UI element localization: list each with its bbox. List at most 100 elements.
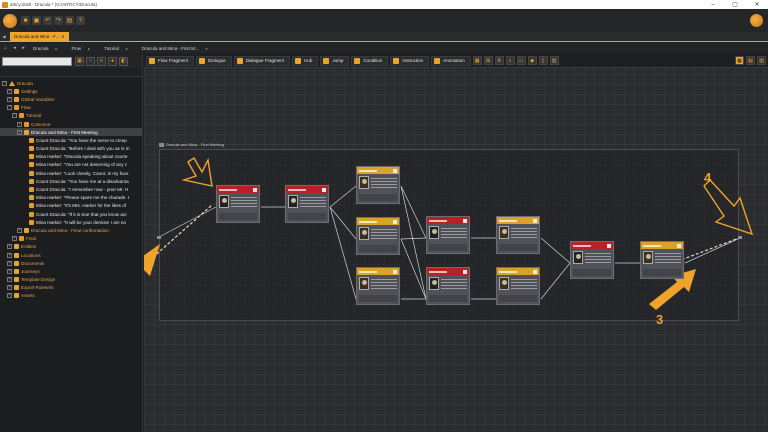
speaker-name xyxy=(499,219,517,222)
tree-item[interactable]: + Global Variables xyxy=(0,95,142,103)
node-footer xyxy=(573,269,611,276)
node-menu-icon[interactable] xyxy=(533,218,537,223)
expand-toggle-icon[interactable]: + xyxy=(7,285,12,291)
flow-input-pin[interactable] xyxy=(157,236,161,239)
expand-toggle-icon[interactable]: + xyxy=(7,244,12,250)
flow-canvas[interactable]: Flow Fragment Dialogue Dialogue Fragment… xyxy=(144,54,768,432)
expand-toggle-icon[interactable]: + xyxy=(7,252,12,258)
expand-toggle-icon[interactable]: + xyxy=(7,268,12,274)
help-icon[interactable]: ? xyxy=(76,16,85,25)
filter-icon[interactable]: ▦ xyxy=(75,56,84,66)
save-icon[interactable]: ■ xyxy=(21,16,30,25)
home-icon[interactable]: ⌂ xyxy=(2,45,9,52)
tree-item[interactable]: + Documents xyxy=(0,259,142,267)
node-menu-icon[interactable] xyxy=(393,269,397,274)
tree-item[interactable]: Count Dracula: "Before I deal with you a… xyxy=(0,145,142,153)
node-menu-icon[interactable] xyxy=(533,269,537,274)
tree-item-label: Dracula xyxy=(17,80,33,86)
node-menu-icon[interactable] xyxy=(322,187,326,192)
node-menu-icon[interactable] xyxy=(393,219,397,224)
node-menu-icon[interactable] xyxy=(253,187,257,192)
tab-close-icon[interactable]: ✕ xyxy=(61,34,64,39)
tree-item[interactable]: + Export Rulesets xyxy=(0,284,142,292)
tree-item[interactable]: − Dracula and Mina - First Meeting xyxy=(0,128,142,137)
navigator-search-input[interactable] xyxy=(2,56,72,66)
dialogue-fragment-node[interactable] xyxy=(216,185,260,223)
tree-item[interactable]: Count Dracula: "You have me at a disadva… xyxy=(0,177,142,185)
speaker-name xyxy=(359,169,377,172)
tree-item[interactable]: + Locations xyxy=(0,251,142,259)
articy-menu-icon[interactable] xyxy=(3,13,17,28)
layout-icon[interactable]: ▤ xyxy=(65,16,74,25)
user-avatar-icon[interactable] xyxy=(750,14,763,27)
dialogue-fragment-node[interactable] xyxy=(426,267,470,305)
tree-item[interactable]: Mina Harker: "It's Mrs. Harker for the l… xyxy=(0,202,142,210)
tree-item[interactable]: + Cutscene xyxy=(0,120,142,128)
tree-item[interactable]: − Flow xyxy=(0,104,142,112)
close-button[interactable]: ✕ xyxy=(746,0,768,9)
maximize-button[interactable]: ▢ xyxy=(724,0,746,9)
expand-toggle-icon[interactable]: − xyxy=(2,80,7,86)
undo-icon[interactable]: ↶ xyxy=(43,16,52,25)
node-menu-icon[interactable] xyxy=(463,269,467,274)
tree-item[interactable]: + Dracula and Mina - Final confrontation xyxy=(0,226,142,234)
expand-toggle-icon[interactable]: − xyxy=(7,105,12,111)
save-all-icon[interactable]: ▣ xyxy=(32,16,41,25)
expand-toggle-icon[interactable]: + xyxy=(7,293,12,299)
expand-toggle-icon[interactable]: + xyxy=(12,236,17,242)
tree-item[interactable]: + Settings xyxy=(0,87,142,95)
tab-dracula-and-mina[interactable]: Dracula and Mina - F... ✕ xyxy=(10,32,69,41)
tree-item[interactable]: + Journeys xyxy=(0,267,142,275)
frag-icon xyxy=(29,187,34,193)
dialogue-fragment-node[interactable] xyxy=(496,267,540,305)
expand-toggle-icon[interactable]: + xyxy=(17,121,22,127)
tree-item[interactable]: Count Dracula: "You have the nerve to cr… xyxy=(0,136,142,144)
tree-item[interactable]: Mina Harker: "It will be your demise! I … xyxy=(0,218,142,226)
expand-toggle-icon[interactable]: + xyxy=(7,96,12,102)
breadcrumb-item-tutorial[interactable]: Tutorial ▸ xyxy=(98,46,136,51)
tree-item[interactable]: + Entities xyxy=(0,243,142,251)
tree-item[interactable]: + Template Design xyxy=(0,276,142,284)
node-menu-icon[interactable] xyxy=(607,243,611,248)
dialogue-fragment-node[interactable] xyxy=(570,241,614,279)
search-icon[interactable]: ○ xyxy=(86,56,95,66)
delete-icon[interactable]: ● xyxy=(108,56,117,66)
breadcrumb-item-flow[interactable]: Flow ▸ xyxy=(66,46,99,51)
tree-item[interactable]: Mina Harker: "Look closely, Count. Is my… xyxy=(0,169,142,177)
tree-item[interactable]: Mina Harker: "Dracula speaking about cou… xyxy=(0,153,142,161)
dialogue-fragment-node[interactable] xyxy=(356,217,400,255)
expand-toggle-icon[interactable]: − xyxy=(12,113,17,119)
tree-item[interactable]: + Final xyxy=(0,235,142,243)
dialogue-fragment-node[interactable] xyxy=(640,241,684,279)
tree-item[interactable]: − Dracula xyxy=(0,79,142,87)
expand-toggle-icon[interactable]: + xyxy=(17,227,22,233)
tree-item[interactable]: Mina Harker: "Please spare me the charad… xyxy=(0,194,142,202)
expand-toggle-icon[interactable]: + xyxy=(7,88,12,94)
breadcrumb-item-dracula[interactable]: Dracula ▸ xyxy=(27,46,66,51)
tree-item[interactable]: − Tutorial xyxy=(0,112,142,120)
tree-item[interactable]: + Assets xyxy=(0,292,142,300)
node-menu-icon[interactable] xyxy=(393,168,397,173)
settings-icon[interactable]: ◧ xyxy=(119,56,128,66)
flow-output-pin[interactable] xyxy=(738,236,742,239)
minimize-button[interactable]: – xyxy=(702,0,724,9)
node-menu-icon[interactable] xyxy=(677,243,681,248)
expand-toggle-icon[interactable]: − xyxy=(17,129,22,135)
tab-scroll-left-icon[interactable]: ◀ xyxy=(0,32,8,41)
dialogue-fragment-node[interactable] xyxy=(356,166,400,204)
expand-toggle-icon[interactable]: + xyxy=(7,260,12,266)
dialogue-fragment-node[interactable] xyxy=(356,267,400,305)
redo-icon[interactable]: ↷ xyxy=(54,16,63,25)
dialogue-fragment-node[interactable] xyxy=(496,216,540,254)
tree-item[interactable]: Count Dracula: "If it is true that you k… xyxy=(0,210,142,218)
expand-toggle-icon[interactable]: + xyxy=(7,277,12,283)
dialogue-fragment-node[interactable] xyxy=(285,185,329,223)
tree-item[interactable]: Mina Harker: "You are not deserving of a… xyxy=(0,161,142,169)
back-icon[interactable]: ◂ xyxy=(11,45,18,52)
dialogue-fragment-node[interactable] xyxy=(426,216,470,254)
list-view-icon[interactable]: ≡ xyxy=(97,56,106,66)
forward-icon[interactable]: ▸ xyxy=(20,45,27,52)
node-menu-icon[interactable] xyxy=(463,218,467,223)
tree-item[interactable]: Count Dracula: "I remember now - poor Mr… xyxy=(0,185,142,193)
breadcrumb-item-first-meeting[interactable]: Dracula and Mina - First M... ▸ xyxy=(136,46,216,51)
